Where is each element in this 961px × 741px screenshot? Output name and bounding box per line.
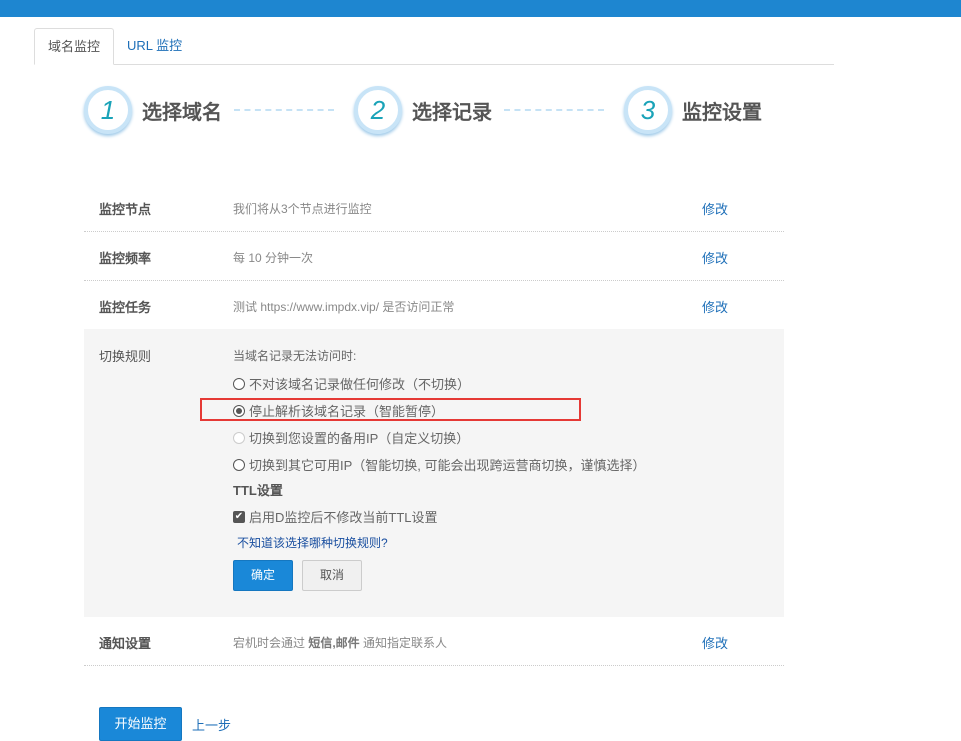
edit-link[interactable]: 修改 (702, 633, 728, 652)
help-link[interactable]: 不知道该选择哪种切换规则? (237, 534, 388, 551)
row-label: 监控频率 (99, 251, 152, 266)
top-nav-bar (0, 0, 961, 17)
row-label: 通知设置 (99, 636, 152, 651)
switch-prompt: 当域名记录无法访问时: (233, 349, 357, 363)
checkbox-checked-icon[interactable]: ✔ (233, 510, 245, 523)
notify-prefix: 宕机时会通过 (233, 636, 309, 650)
step-label: 选择域名 (142, 101, 222, 124)
option-label: 不对该域名记录做任何修改（不切换） (249, 377, 471, 392)
ttl-title: TTL设置 (233, 483, 283, 498)
step-label: 选择记录 (412, 101, 492, 124)
row-label: 切换规则 (99, 349, 152, 364)
step-1: 1 选择域名 (84, 86, 222, 134)
radio-smart-switch[interactable]: 切换到其它可用IP（智能切换, 可能会出现跨运营商切换，谨慎选择） (233, 455, 646, 474)
row-label: 监控节点 (99, 202, 152, 217)
edit-link[interactable]: 修改 (702, 199, 728, 218)
tab-bar: 域名监控 URL 监控 (34, 28, 834, 65)
setting-row-notify: 通知设置 宕机时会通过 短信,邮件 通知指定联系人 修改 (84, 617, 784, 666)
radio-icon[interactable] (233, 458, 245, 471)
ttl-checkbox[interactable]: ✔ 启用D监控后不修改当前TTL设置 (233, 507, 438, 526)
previous-step-link[interactable]: 上一步 (192, 715, 231, 734)
radio-disabled-icon[interactable] (233, 431, 245, 444)
row-value: 宕机时会通过 短信,邮件 通知指定联系人 (233, 634, 447, 651)
confirm-button[interactable]: 确定 (233, 560, 293, 591)
highlight-box (200, 398, 581, 421)
step-2: 2 选择记录 (354, 86, 492, 134)
step-label: 监控设置 (682, 101, 762, 124)
option-label: 切换到您设置的备用IP（自定义切换） (249, 431, 470, 446)
start-monitor-button[interactable]: 开始监控 (99, 707, 182, 741)
setting-row-task: 监控任务 测试 https://www.impdx.vip/ 是否访问正常 修改 (84, 281, 784, 330)
notify-methods: 短信,邮件 (308, 636, 360, 650)
tab-domain-monitor[interactable]: 域名监控 (34, 28, 115, 65)
row-label: 监控任务 (99, 300, 152, 315)
radio-icon[interactable] (233, 377, 245, 390)
row-value: 我们将从3个节点进行监控 (233, 202, 372, 216)
notify-suffix: 通知指定联系人 (359, 636, 448, 650)
checkbox-label: 启用D监控后不修改当前TTL设置 (249, 510, 438, 525)
step-connector (504, 109, 604, 111)
step-number: 2 (354, 86, 402, 134)
cancel-button[interactable]: 取消 (302, 560, 362, 591)
step-connector (234, 109, 334, 111)
option-label: 切换到其它可用IP（智能切换, 可能会出现跨运营商切换，谨慎选择） (249, 458, 646, 473)
setting-row-frequency: 监控频率 每 10 分钟一次 修改 (84, 232, 784, 281)
setting-row-nodes: 监控节点 我们将从3个节点进行监控 修改 (84, 183, 784, 232)
radio-custom-ip[interactable]: 切换到您设置的备用IP（自定义切换） (233, 428, 469, 447)
row-value: 每 10 分钟一次 (233, 251, 314, 265)
step-number: 1 (84, 86, 132, 134)
tab-url-monitor[interactable]: URL 监控 (114, 28, 195, 65)
row-value: 测试 https://www.impdx.vip/ 是否访问正常 (233, 300, 455, 314)
switch-rule-panel: 切换规则 当域名记录无法访问时: 不对该域名记录做任何修改（不切换） 停止解析该… (84, 329, 784, 617)
step-3: 3 监控设置 (624, 86, 762, 134)
edit-link[interactable]: 修改 (702, 297, 728, 316)
radio-no-switch[interactable]: 不对该域名记录做任何修改（不切换） (233, 374, 470, 393)
edit-link[interactable]: 修改 (702, 248, 728, 267)
step-number: 3 (624, 86, 672, 134)
